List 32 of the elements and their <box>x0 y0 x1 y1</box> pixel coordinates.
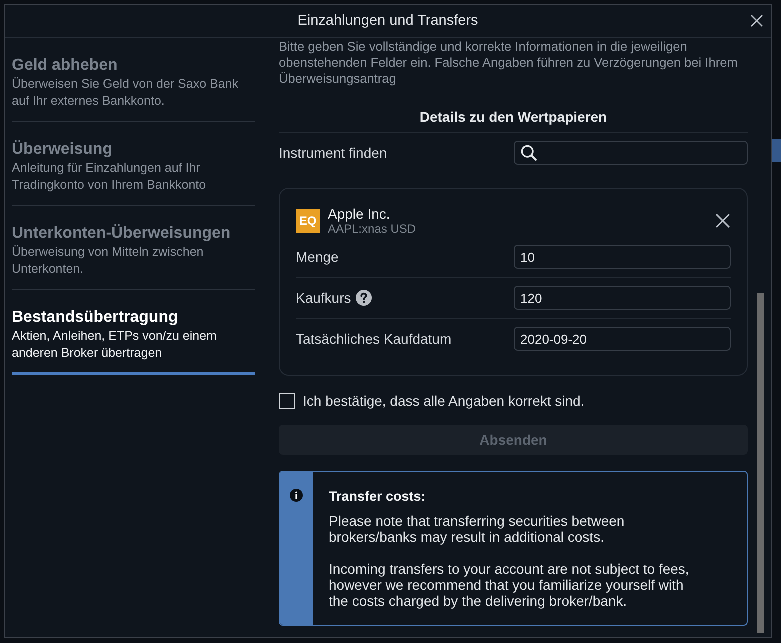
close-icon <box>716 214 730 228</box>
notice-text: Please note that transferring securities between brokers/banks may result in additional costs. <box>329 513 626 545</box>
sidebar-item[interactable]: Bestandsübertragung Aktien, Anleihen, ETPs von/zu einem anderen Broker übertragen <box>12 290 255 375</box>
info-icon <box>290 489 303 502</box>
window-title: Einzahlungen und Transfers <box>298 13 478 29</box>
sidebar-item[interactable]: Unterkonten-Überweisungen Überweisung von Mitteln zwischen Unterkonten. <box>12 206 255 290</box>
input-field[interactable]: 2020-09-20 <box>514 327 731 351</box>
field-label: Tatsächliches Kaufdatum <box>296 331 452 347</box>
input-field[interactable]: 120 <box>514 286 731 310</box>
field-label: Instrument finden <box>279 145 388 161</box>
field-label: Kaufkurs <box>296 290 352 306</box>
section-heading: Details zu den Wertpapieren <box>279 107 748 133</box>
field-label: Menge <box>296 249 339 265</box>
instrument-name: Apple Inc. <box>328 206 390 222</box>
sidebar-item[interactable]: Geld abheben Überweisen Sie Geld von der Saxo Bank auf Ihr externes Bankkonto. <box>12 38 255 122</box>
close-button[interactable] <box>751 15 763 27</box>
checkbox-label[interactable]: Ich bestätige, dass alle Angaben korrekt sind. <box>303 393 585 409</box>
search-field[interactable] <box>514 141 748 165</box>
close-icon <box>751 15 763 27</box>
input-field[interactable]: 10 <box>514 245 731 269</box>
scrollbar-thumb[interactable] <box>757 293 764 633</box>
notice-text: Incoming transfers to your account are not subject to fees, however we recommend that you familiarize yourself with the costs charged by the delivering broker/bank. <box>329 561 690 609</box>
sidebar-item[interactable]: Überweisung Anleitung für Einzahlungen auf Ihr Tradingkonto von Ihrem Bankkonto <box>12 122 255 206</box>
checkbox[interactable] <box>279 393 295 409</box>
instrument-symbol: AAPL:xnas USD <box>328 222 416 236</box>
help-icon[interactable] <box>356 290 372 306</box>
background-row-highlight <box>772 139 781 162</box>
remove-instrument-button[interactable] <box>716 214 730 228</box>
asset-type-badge: EQ <box>296 209 320 233</box>
notice-title: Transfer costs: <box>329 488 427 506</box>
search-icon <box>520 145 536 161</box>
instructions-text: Bitte geben Sie vollständige und korrekte Informationen in die jeweiligen obenstehenden Felder ein. Falsche Angaben führen zu Verzögerungen bei Ihrem Überweisungsantrag <box>279 39 739 87</box>
